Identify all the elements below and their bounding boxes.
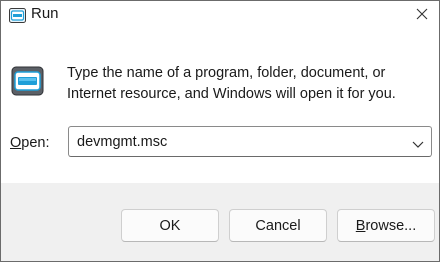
run-dialog: Run Type the name of a program, folder, … xyxy=(0,0,440,262)
browse-button[interactable]: Browse... xyxy=(337,209,435,242)
open-label-accelerator: O xyxy=(10,135,22,151)
button-bar: OK Cancel Browse... xyxy=(1,183,439,261)
open-label: Open: xyxy=(10,135,50,151)
window-title: Run xyxy=(31,5,59,22)
ok-button[interactable]: OK xyxy=(121,209,219,242)
chevron-down-icon[interactable] xyxy=(411,136,425,148)
run-app-icon xyxy=(9,8,26,23)
browse-accelerator: B xyxy=(355,217,366,234)
run-icon xyxy=(11,66,47,100)
cancel-button[interactable]: Cancel xyxy=(229,209,327,242)
instruction-text: Type the name of a program, folder, docu… xyxy=(67,65,396,102)
open-label-text: pen: xyxy=(21,135,50,151)
open-combobox[interactable] xyxy=(68,126,432,157)
dialog-content: Type the name of a program, folder, docu… xyxy=(1,31,439,183)
open-input[interactable] xyxy=(77,127,407,156)
close-button[interactable] xyxy=(405,1,439,31)
close-icon xyxy=(416,7,428,25)
title-bar[interactable]: Run xyxy=(1,1,439,31)
browse-label: rowse... xyxy=(365,217,417,234)
